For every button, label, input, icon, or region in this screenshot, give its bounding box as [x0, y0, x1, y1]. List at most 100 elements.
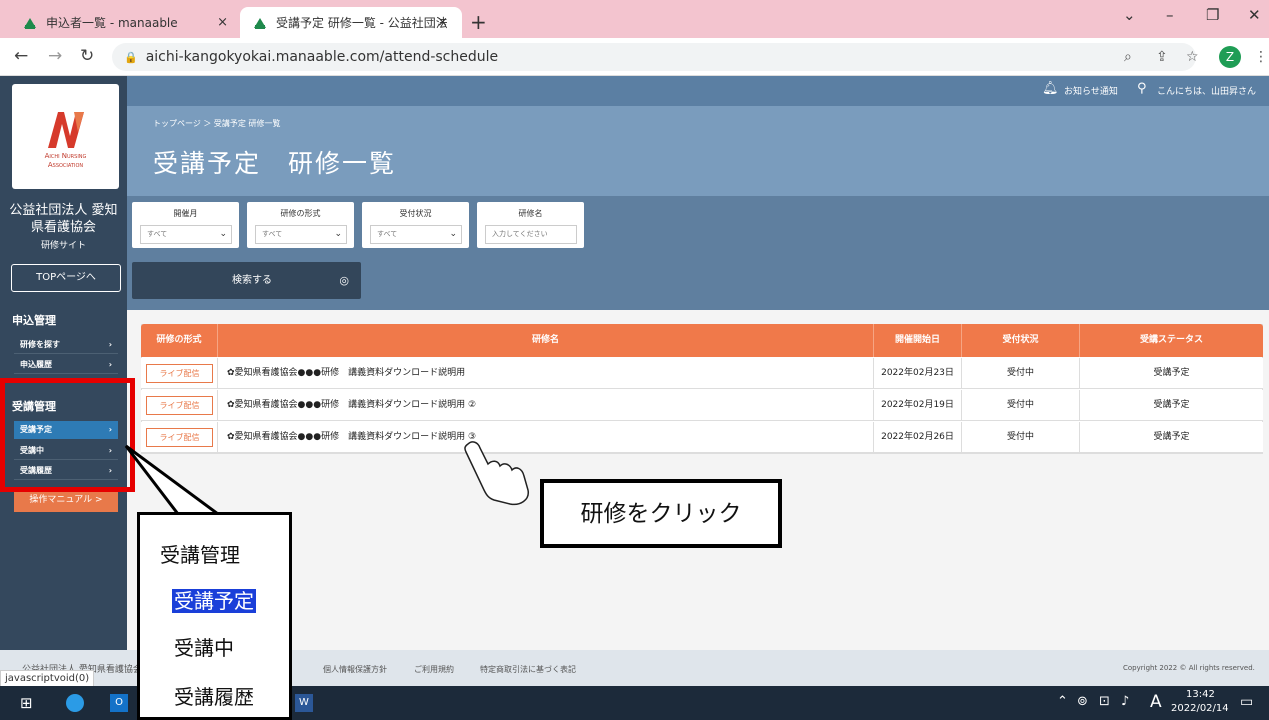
bell-icon[interactable]: 🔔︎ — [1042, 81, 1059, 96]
notice-link[interactable]: お知らせ通知 — [1064, 84, 1118, 97]
user-icon[interactable]: ⚲ — [1137, 81, 1147, 96]
manaable-favicon-icon — [254, 17, 266, 29]
network-icon[interactable]: ⊚ — [1077, 694, 1088, 709]
ime-indicator[interactable]: A — [1150, 692, 1162, 712]
minimize-icon[interactable]: – — [1166, 6, 1174, 24]
sidebar-item-search-training[interactable]: 研修を探す › — [14, 336, 118, 354]
new-tab-button[interactable]: + — [470, 10, 487, 34]
forward-icon[interactable]: → — [48, 46, 62, 66]
logo-line2: Association — [47, 161, 84, 169]
callout-item-highlighted: 受講予定 — [172, 589, 256, 613]
col-header-format: 研修の形式 — [141, 324, 218, 357]
highlight-box — [0, 378, 135, 492]
tab-title: 受講予定 研修一覧 - 公益社団法 — [276, 16, 448, 30]
breadcrumb[interactable]: トップページ ＞ 受講予定 研修一覧 — [153, 118, 280, 129]
filter-name[interactable]: 研修名 入力してください — [477, 202, 584, 248]
format-cell: ライブ配信 — [141, 358, 218, 389]
col-header-reception: 受付状況 — [962, 324, 1080, 357]
training-name-link[interactable]: ✿愛知県看護協会●●●研修 講義資料ダウンロード説明用 ③ — [218, 422, 874, 453]
filter-label: 受付状況 — [399, 209, 432, 218]
notification-icon[interactable]: ▭ — [1240, 694, 1253, 710]
address-bar-row: ← → ↻ 🔒 aichi-kangokyokai.manaable.com/a… — [0, 38, 1269, 76]
filter-reception[interactable]: 受付状況 すべて ⌄ — [362, 202, 469, 248]
pointing-hand-icon — [464, 441, 529, 506]
filter-month[interactable]: 開催月 すべて ⌄ — [132, 202, 239, 248]
footer-link-terms[interactable]: ご利用規約 — [414, 664, 454, 675]
site-name-line2: 県看護協会 — [30, 220, 96, 235]
status-bar-url: javascriptvoid(0) — [0, 670, 95, 687]
page-title: 受講予定 研修一覧 — [153, 149, 397, 178]
back-icon[interactable]: ← — [14, 46, 28, 66]
reception-status: 受付中 — [962, 422, 1080, 453]
top-page-button[interactable]: TOPページへ — [11, 264, 121, 292]
attendance-status: 受講予定 — [1153, 432, 1190, 442]
zoom-icon[interactable]: ⌕ — [1124, 49, 1132, 65]
menu-dots-icon[interactable]: ⋮ — [1254, 49, 1268, 65]
search-button-label: 検索する — [232, 275, 272, 286]
filter-label: 研修名 — [518, 209, 543, 218]
edge-icon[interactable] — [66, 694, 84, 712]
tab-title: 申込者一覧 - manaable — [46, 16, 178, 30]
chevron-down-icon: ⌄ — [334, 229, 342, 239]
tab-search-chevron-icon[interactable]: ⌄ — [1123, 6, 1136, 24]
windows-start-icon[interactable]: ⊞ — [20, 694, 33, 712]
training-name-link[interactable]: ✿愛知県看護協会●●●研修 講義資料ダウンロード説明用 — [218, 358, 874, 389]
format-cell: ライブ配信 — [141, 390, 218, 421]
copyright: Copyright 2022 © All rights reserved. — [1123, 664, 1255, 672]
training-name-link[interactable]: ✿愛知県看護協会●●●研修 講義資料ダウンロード説明用 ② — [218, 390, 874, 421]
lock-icon: 🔒 — [124, 50, 138, 64]
volume-icon[interactable]: ♪ — [1121, 694, 1129, 709]
chevron-right-icon: › — [108, 360, 112, 369]
url-field[interactable]: 🔒 aichi-kangokyokai.manaable.com/attend-… — [112, 43, 1196, 71]
site-name: 公益社団法人 愛知 県看護協会 研修サイト — [0, 202, 127, 255]
callout-title: 受講管理 — [160, 543, 240, 567]
bookmark-star-icon[interactable]: ☆ — [1186, 49, 1199, 65]
select-value: すべて — [377, 230, 398, 238]
tab-applicants[interactable]: 申込者一覧 - manaable × — [10, 7, 242, 38]
filter-format[interactable]: 研修の形式 すべて ⌄ — [247, 202, 354, 248]
click-instruction: 研修をクリック — [540, 479, 782, 548]
outlook-icon[interactable]: O — [110, 694, 128, 712]
share-icon[interactable]: ⇪ — [1156, 49, 1168, 65]
callout-item: 受講履歴 — [174, 685, 254, 709]
filter-label: 開催月 — [173, 209, 198, 218]
logo-line1: Aichi Nursing — [44, 152, 87, 160]
footer-link-privacy[interactable]: 個人情報保護方針 — [323, 664, 387, 675]
restore-icon[interactable]: ❐ — [1206, 6, 1219, 24]
table-row[interactable]: ライブ配信 ✿愛知県看護協会●●●研修 講義資料ダウンロード説明用 ② 2022… — [141, 390, 1263, 421]
close-tab-icon[interactable]: × — [217, 15, 228, 30]
close-tab-icon[interactable]: × — [437, 15, 448, 30]
battery-icon[interactable]: ⊡ — [1099, 694, 1110, 709]
training-name-input[interactable]: 入力してください — [485, 225, 577, 244]
month-select[interactable]: すべて ⌄ — [140, 225, 232, 244]
association-logo[interactable]: Aichi Nursing Association — [12, 84, 119, 189]
footer-link-commerce[interactable]: 特定商取引法に基づく表記 — [480, 664, 576, 675]
tray-chevron-icon[interactable]: ⌃ — [1057, 694, 1068, 709]
clock-date: 2022/02/14 — [1171, 703, 1229, 714]
col-header-status: 受講ステータス — [1080, 324, 1263, 357]
search-button[interactable]: 検索する ◎ — [132, 262, 361, 299]
reload-icon[interactable]: ↻ — [80, 46, 94, 66]
reception-status: 受付中 — [962, 358, 1080, 389]
callout-item: 受講中 — [174, 636, 234, 660]
chevron-down-icon: ⌄ — [219, 229, 227, 239]
greeting-link[interactable]: こんにちは、山田昇さん — [1157, 84, 1256, 97]
callout-pointer — [124, 444, 223, 516]
attendance-status: 受講予定 — [1153, 368, 1190, 378]
profile-avatar[interactable]: Z — [1219, 46, 1241, 68]
select-value: すべて — [262, 230, 283, 238]
manaable-favicon-icon — [24, 17, 36, 29]
reception-status: 受付中 — [962, 390, 1080, 421]
tab-schedule[interactable]: 受講予定 研修一覧 - 公益社団法 × — [240, 7, 462, 38]
search-icon: ◎ — [339, 274, 349, 287]
table-row[interactable]: ライブ配信 ✿愛知県看護協会●●●研修 講義資料ダウンロード説明用 ③ 2022… — [141, 422, 1263, 453]
table-row[interactable]: ライブ配信 ✿愛知県看護協会●●●研修 講義資料ダウンロード説明用 2022年0… — [141, 358, 1263, 389]
close-window-icon[interactable]: ✕ — [1248, 6, 1261, 24]
reception-select[interactable]: すべて ⌄ — [370, 225, 462, 244]
col-header-name: 研修名 — [218, 324, 874, 357]
site-name-line1: 公益社団法人 愛知 — [9, 203, 118, 218]
site-subtitle: 研修サイト — [40, 241, 86, 251]
attendance-status: 受講予定 — [1153, 400, 1190, 410]
sidebar-item-application-history[interactable]: 申込履歴 › — [14, 356, 118, 374]
format-select[interactable]: すべて ⌄ — [255, 225, 347, 244]
